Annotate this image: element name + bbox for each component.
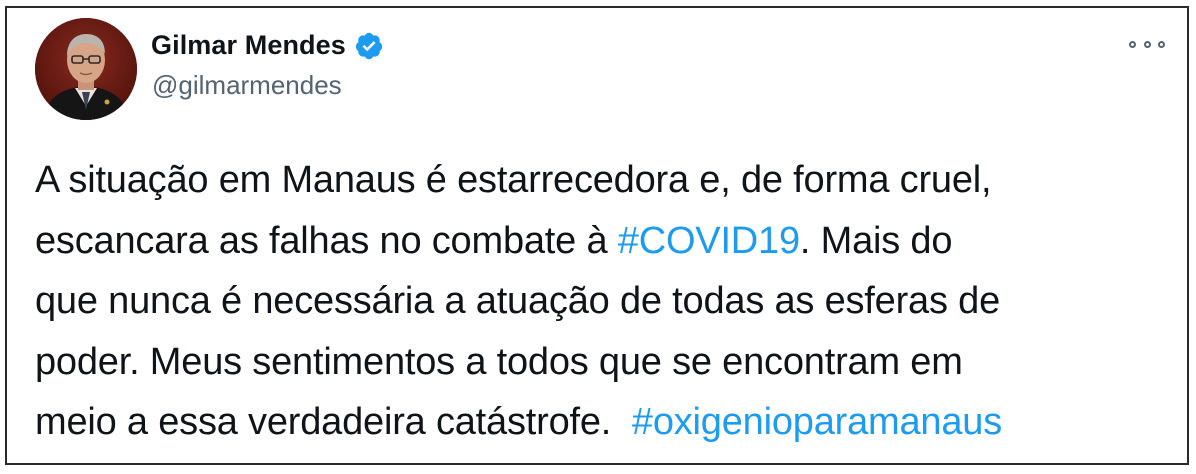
tweet-card[interactable]: Gilmar Mendes @gilmarmendes A situação e… [5, 6, 1189, 465]
more-horizontal-icon [1158, 40, 1165, 48]
more-options-button[interactable] [1129, 36, 1165, 52]
author-handle[interactable]: @gilmarmendes [152, 70, 342, 101]
tweet-text-segment: poder. Meus sentimentos a todos que se e… [35, 340, 963, 383]
hashtag-covid19-link[interactable]: #COVID19 [618, 220, 800, 262]
tweet-text: A situação em Manaus é estarrecedora e, … [35, 150, 1175, 453]
more-horizontal-icon [1129, 40, 1136, 48]
tweet-text-line: que nunca é necessária a atuação de toda… [35, 271, 1175, 332]
tweet-text-line: meio a essa verdadeira catástrofe. #oxig… [35, 392, 1175, 453]
tweet-text-line: poder. Meus sentimentos a todos que se e… [35, 332, 1175, 393]
avatar[interactable] [35, 18, 137, 120]
avatar-portrait-icon [35, 18, 137, 120]
tweet-text-segment: A situação em Manaus é estarrecedora e, … [35, 159, 992, 201]
tweet-text-segment: . Mais do [799, 219, 953, 262]
tweet-text-line: A situação em Manaus é estarrecedora e, … [35, 150, 1175, 211]
hashtag-oxigenioparamanaus-link[interactable]: #oxigenioparamanaus [632, 401, 1002, 443]
tweet-text-segment: que nunca é necessária a atuação de toda… [35, 280, 1001, 322]
more-horizontal-icon [1143, 40, 1151, 48]
tweet-text-segment: escancara as falhas no combate à [35, 219, 618, 262]
author-name-row: Gilmar Mendes [151, 30, 384, 61]
tweet-text-segment: meio a essa verdadeira catástrofe. [35, 401, 632, 443]
verified-badge-icon [354, 31, 384, 61]
author-display-name[interactable]: Gilmar Mendes [151, 30, 346, 61]
tweet-text-line: escancara as falhas no combate à #COVID1… [35, 211, 1175, 272]
